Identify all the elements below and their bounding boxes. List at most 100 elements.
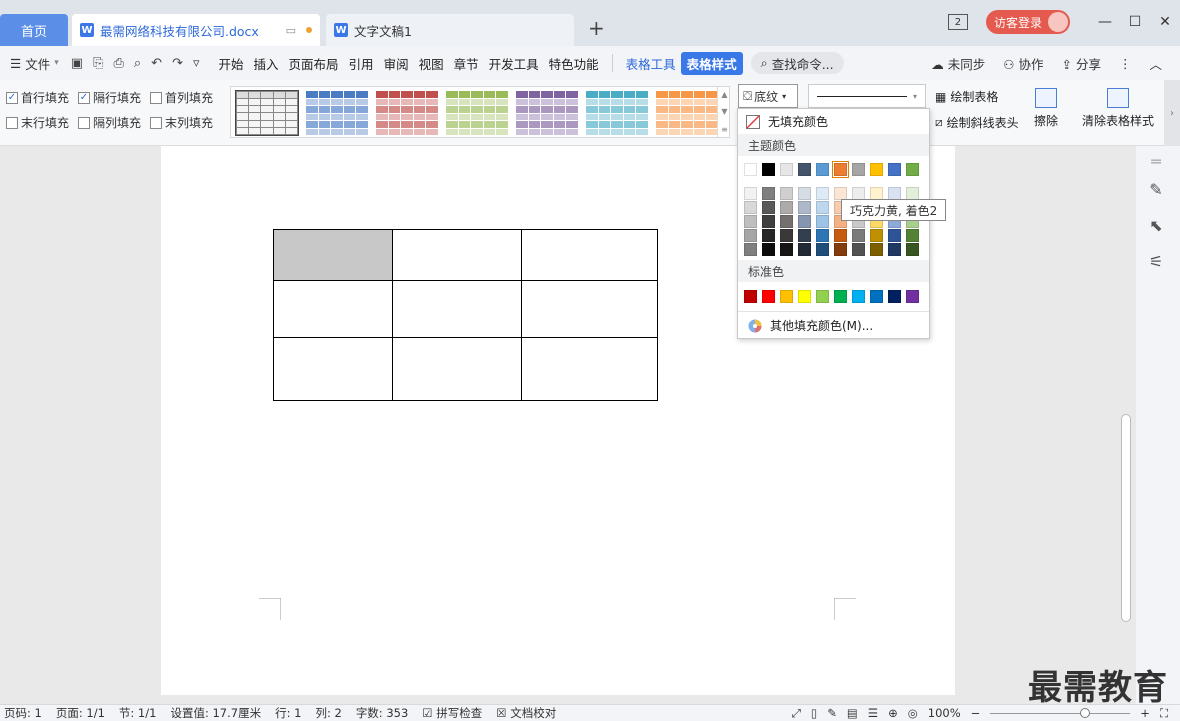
table-cell[interactable] xyxy=(273,337,393,401)
color-swatch[interactable] xyxy=(906,163,919,176)
table-style-thumb[interactable] xyxy=(585,90,649,136)
status-pages[interactable]: 页面: 1/1 xyxy=(56,705,105,721)
color-swatch[interactable] xyxy=(762,187,775,200)
sync-button[interactable]: ☁ 未同步 xyxy=(931,54,985,73)
color-swatch[interactable] xyxy=(906,229,919,242)
fit-page-icon[interactable]: ⛶ xyxy=(1160,706,1168,721)
settings-sliders-icon[interactable]: ⚟ xyxy=(1146,252,1166,272)
color-swatch[interactable] xyxy=(762,229,775,242)
table-cell[interactable] xyxy=(521,337,658,401)
checkbox-last-row[interactable] xyxy=(6,116,18,129)
collab-button[interactable]: ⚇ 协作 xyxy=(1003,54,1043,73)
command-search[interactable]: ⌕ 查找命令... xyxy=(750,52,844,74)
spell-check-button[interactable]: ☑ 拼写检查 xyxy=(422,705,482,721)
checkbox-first-col[interactable] xyxy=(150,91,162,104)
tab-doc-company[interactable]: W 最需网络科技有限公司.docx ▭ xyxy=(72,14,320,46)
zoom-in-icon[interactable]: + xyxy=(1140,706,1150,720)
status-row[interactable]: 行: 1 xyxy=(275,705,301,721)
check-last-row[interactable]: 末行填充 xyxy=(6,114,69,131)
chevron-down-icon[interactable]: ▾ xyxy=(782,92,786,101)
menu-table-tools[interactable]: 表格工具 xyxy=(621,54,681,73)
more-icon[interactable]: ⋮ xyxy=(1119,56,1132,71)
monitor-icon[interactable]: ▭ xyxy=(286,24,296,37)
menu-page-layout[interactable]: 页面布局 xyxy=(284,54,344,73)
status-setting[interactable]: 设置值: 17.7厘米 xyxy=(170,705,261,721)
erase-button[interactable]: 擦除 xyxy=(1034,88,1058,129)
table-cell[interactable] xyxy=(521,280,658,338)
table-style-thumb[interactable] xyxy=(655,90,719,136)
tab-home[interactable]: 首页 xyxy=(0,14,68,46)
table-cell[interactable] xyxy=(521,229,658,281)
color-swatch[interactable] xyxy=(816,290,829,303)
color-swatch[interactable] xyxy=(870,243,883,256)
maximize-icon[interactable]: ☐ xyxy=(1120,10,1150,34)
color-swatch[interactable] xyxy=(798,187,811,200)
pen-icon[interactable]: ✎ xyxy=(1146,180,1166,200)
menu-table-style[interactable]: 表格样式 xyxy=(680,51,743,75)
color-swatch[interactable] xyxy=(834,290,847,303)
new-tab-plus-icon[interactable]: + xyxy=(588,16,605,40)
edit-mode-icon[interactable]: ✎ xyxy=(827,706,837,720)
redo-icon[interactable]: ↷ xyxy=(172,56,183,71)
color-swatch[interactable] xyxy=(816,243,829,256)
color-swatch[interactable] xyxy=(780,187,793,200)
color-swatch[interactable] xyxy=(798,243,811,256)
gallery-scroll[interactable]: ▲ ▼ ≡ xyxy=(717,86,731,138)
clear-style-button[interactable]: 清除表格样式 xyxy=(1082,88,1154,129)
color-swatch[interactable] xyxy=(852,243,865,256)
eye-protect-icon[interactable]: ◎ xyxy=(908,706,918,720)
vertical-scrollbar[interactable] xyxy=(1118,146,1134,656)
status-col[interactable]: 列: 2 xyxy=(315,705,341,721)
color-swatch[interactable] xyxy=(888,243,901,256)
fullscreen-icon[interactable]: ⤢ xyxy=(792,706,801,721)
color-swatch[interactable] xyxy=(870,163,883,176)
color-swatch[interactable] xyxy=(762,243,775,256)
color-swatch[interactable] xyxy=(762,290,775,303)
line-style-select[interactable]: ▾ xyxy=(808,84,926,108)
draw-diagonal-button[interactable]: ⧄ 绘制斜线表头 xyxy=(935,114,1019,131)
check-last-col[interactable]: 末列填充 xyxy=(150,114,213,131)
table-cell[interactable] xyxy=(392,280,522,338)
color-swatch[interactable] xyxy=(744,215,757,228)
menu-insert[interactable]: 插入 xyxy=(249,54,284,73)
color-swatch[interactable] xyxy=(762,215,775,228)
color-swatch[interactable] xyxy=(780,215,793,228)
undo-icon[interactable]: ↶ xyxy=(151,56,162,71)
proofread-button[interactable]: ☒ 文档校对 xyxy=(496,705,556,721)
color-swatch[interactable] xyxy=(798,215,811,228)
color-swatch[interactable] xyxy=(816,215,829,228)
outline-view-icon[interactable]: ☰ xyxy=(868,706,878,720)
color-swatch[interactable] xyxy=(834,243,847,256)
color-swatch[interactable] xyxy=(870,290,883,303)
draw-table-button[interactable]: ▦ 绘制表格 xyxy=(935,88,998,105)
save-icon[interactable]: ▣ xyxy=(71,56,83,71)
color-swatch[interactable] xyxy=(798,229,811,242)
color-swatch[interactable] xyxy=(744,163,757,176)
checkbox-last-col[interactable] xyxy=(150,116,162,129)
color-swatch[interactable] xyxy=(906,290,919,303)
zoom-slider-knob[interactable] xyxy=(1080,707,1091,718)
color-swatch[interactable] xyxy=(834,229,847,242)
color-swatch[interactable] xyxy=(906,243,919,256)
color-swatch[interactable] xyxy=(744,243,757,256)
checkbox-banded-cols[interactable] xyxy=(78,116,90,129)
status-wordcount[interactable]: 字数: 353 xyxy=(356,705,408,721)
color-swatch[interactable] xyxy=(888,290,901,303)
quick-more-icon[interactable]: ▿ xyxy=(193,56,200,71)
menu-references[interactable]: 引用 xyxy=(344,54,379,73)
read-mode-icon[interactable]: ▯ xyxy=(811,706,817,720)
status-section[interactable]: 节: 1/1 xyxy=(119,705,157,721)
print-preview-icon[interactable]: ⌕ xyxy=(134,56,141,71)
table-style-thumb[interactable] xyxy=(305,90,369,136)
color-swatch[interactable] xyxy=(744,290,757,303)
scrollbar-thumb[interactable] xyxy=(1121,414,1131,622)
color-swatch[interactable] xyxy=(780,290,793,303)
sidebar-handle-icon[interactable]: ═ xyxy=(1146,152,1166,172)
color-swatch[interactable] xyxy=(870,229,883,242)
color-swatch[interactable] xyxy=(852,290,865,303)
checkbox-first-row[interactable]: ✓ xyxy=(6,91,18,104)
color-swatch[interactable] xyxy=(798,201,811,214)
check-first-col[interactable]: 首列填充 xyxy=(150,89,213,106)
collapse-ribbon-icon[interactable]: ︿ xyxy=(1149,54,1162,73)
status-page-num[interactable]: 页码: 1 xyxy=(4,705,42,721)
